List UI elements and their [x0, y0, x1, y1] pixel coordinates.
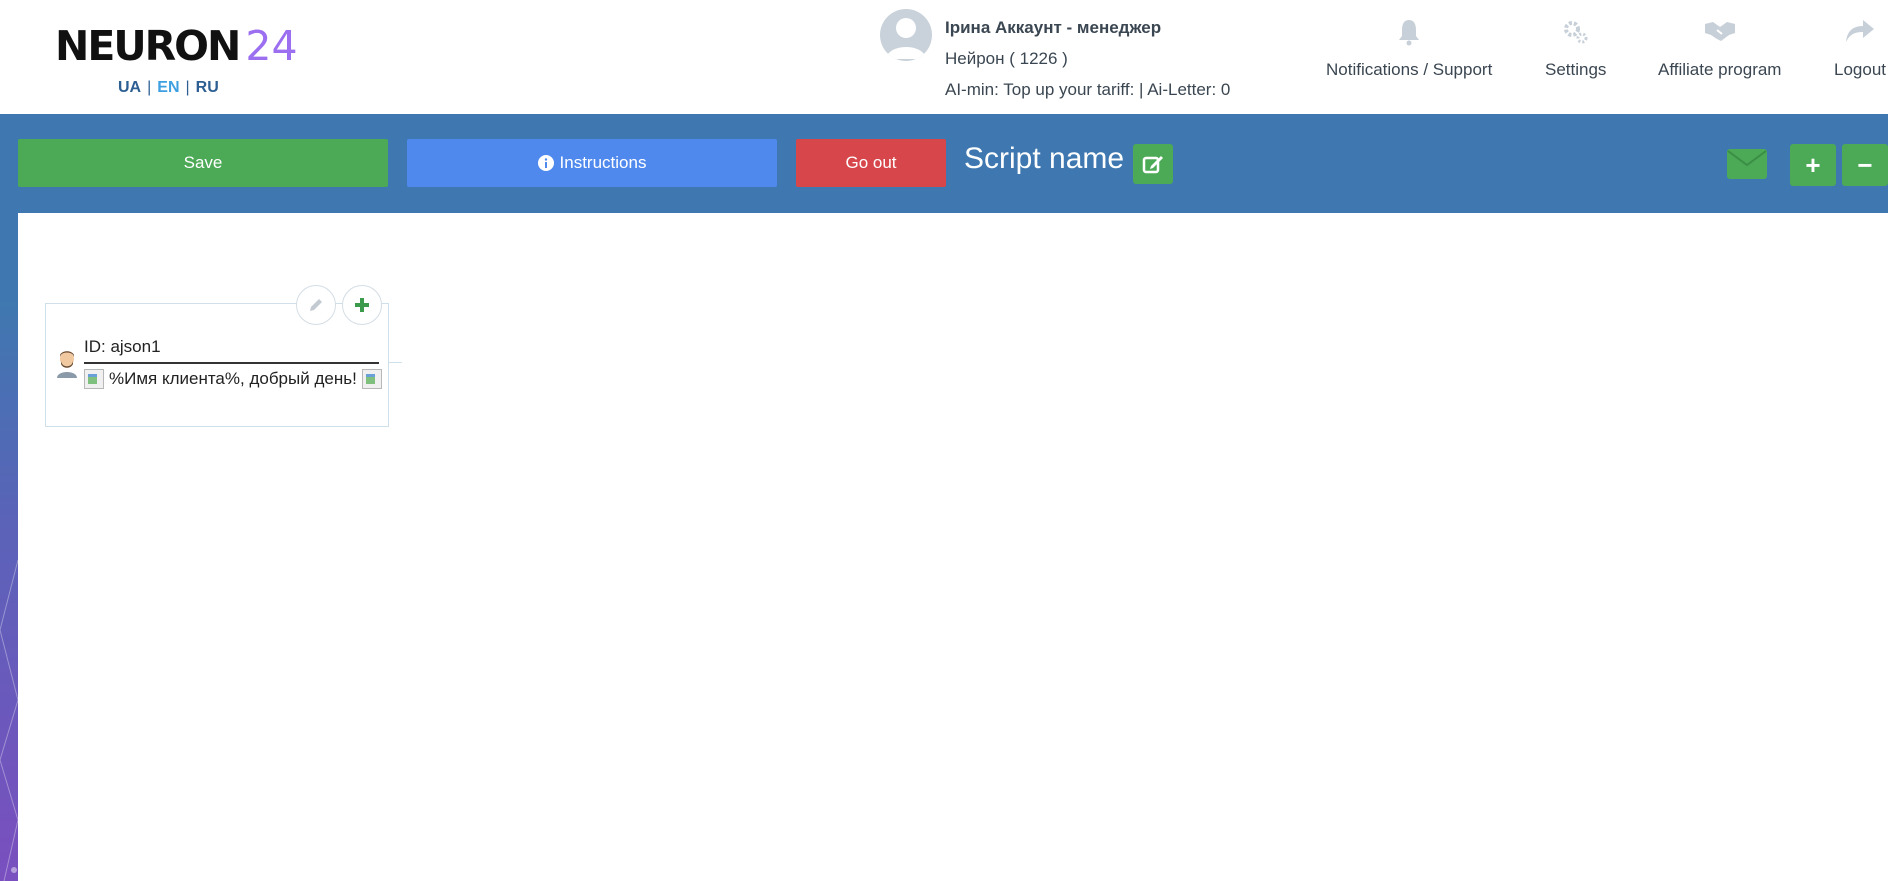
- add-node-button[interactable]: [342, 285, 382, 325]
- script-name-title: Script name: [964, 142, 1125, 175]
- plus-icon: +: [1805, 149, 1821, 180]
- handshake-icon: [1658, 18, 1781, 48]
- go-out-button[interactable]: Go out: [796, 139, 946, 187]
- lang-ru[interactable]: RU: [196, 79, 219, 96]
- minus-icon: −: [1857, 149, 1873, 180]
- nav-affiliate-program[interactable]: Affiliate program: [1658, 18, 1781, 80]
- nav-logout[interactable]: Logout: [1834, 18, 1886, 80]
- image-icon: [361, 369, 382, 389]
- nav-label: Logout: [1834, 60, 1886, 79]
- background-decoration: [0, 560, 18, 881]
- lang-ua[interactable]: UA: [118, 79, 141, 96]
- logo-number: 24: [245, 22, 298, 70]
- top-header: NEURON 24 UA | EN | RU Ірина Аккаунт - менедж…: [0, 0, 1888, 114]
- edit-icon: [1142, 153, 1164, 175]
- node-message: %Имя клиента%, добрый день!: [109, 369, 357, 388]
- instructions-label: Instructions: [559, 153, 647, 172]
- nav-notifications-support[interactable]: Notifications / Support: [1326, 18, 1492, 80]
- user-balance: Нейрон ( 1226 ): [945, 49, 1068, 68]
- gears-icon: [1545, 18, 1606, 48]
- node-message-row: %Имя клиента%, добрый день!: [84, 369, 382, 389]
- lang-en[interactable]: EN: [157, 79, 179, 96]
- edit-script-name-button[interactable]: [1133, 144, 1173, 184]
- edit-node-button[interactable]: [296, 285, 336, 325]
- save-button[interactable]: Save: [18, 139, 388, 187]
- nav-label: Notifications / Support: [1326, 60, 1493, 79]
- nav-settings[interactable]: Settings: [1545, 18, 1606, 80]
- nav-label: Settings: [1545, 60, 1607, 79]
- logo[interactable]: NEURON 24: [55, 22, 298, 70]
- lang-separator: |: [185, 79, 190, 96]
- info-icon: [537, 155, 554, 171]
- node-connector: [388, 362, 402, 363]
- pencil-icon: [308, 297, 324, 313]
- lang-separator: |: [147, 79, 152, 96]
- logo-text: NEURON: [55, 22, 241, 70]
- bell-icon: [1326, 18, 1492, 48]
- script-node[interactable]: [45, 303, 389, 427]
- user-avatar[interactable]: [880, 9, 932, 61]
- manager-avatar-icon: [55, 350, 79, 383]
- go-out-label: Go out: [845, 153, 897, 172]
- ai-status: AI-min: Top up your tariff: | Ai-Letter:…: [945, 80, 1231, 99]
- instructions-button[interactable]: Instructions: [407, 139, 777, 187]
- language-switcher: UA | EN | RU: [118, 79, 219, 97]
- node-divider: [84, 362, 379, 364]
- user-name[interactable]: Ірина Аккаунт - менеджер: [945, 12, 1230, 43]
- zoom-in-button[interactable]: +: [1790, 144, 1836, 186]
- image-icon: [84, 369, 104, 389]
- nav-label: Affiliate program: [1658, 60, 1782, 79]
- zoom-out-button[interactable]: −: [1842, 144, 1888, 186]
- share-arrow-icon: [1834, 18, 1886, 48]
- user-info: Ірина Аккаунт - менеджер Нейрон ( 1226 )…: [945, 12, 1230, 105]
- node-id: ID: ajson1: [84, 337, 161, 356]
- mail-button[interactable]: [1727, 144, 1767, 184]
- save-label: Save: [183, 153, 223, 172]
- envelope-icon: [1727, 149, 1767, 179]
- plus-icon: [354, 297, 370, 313]
